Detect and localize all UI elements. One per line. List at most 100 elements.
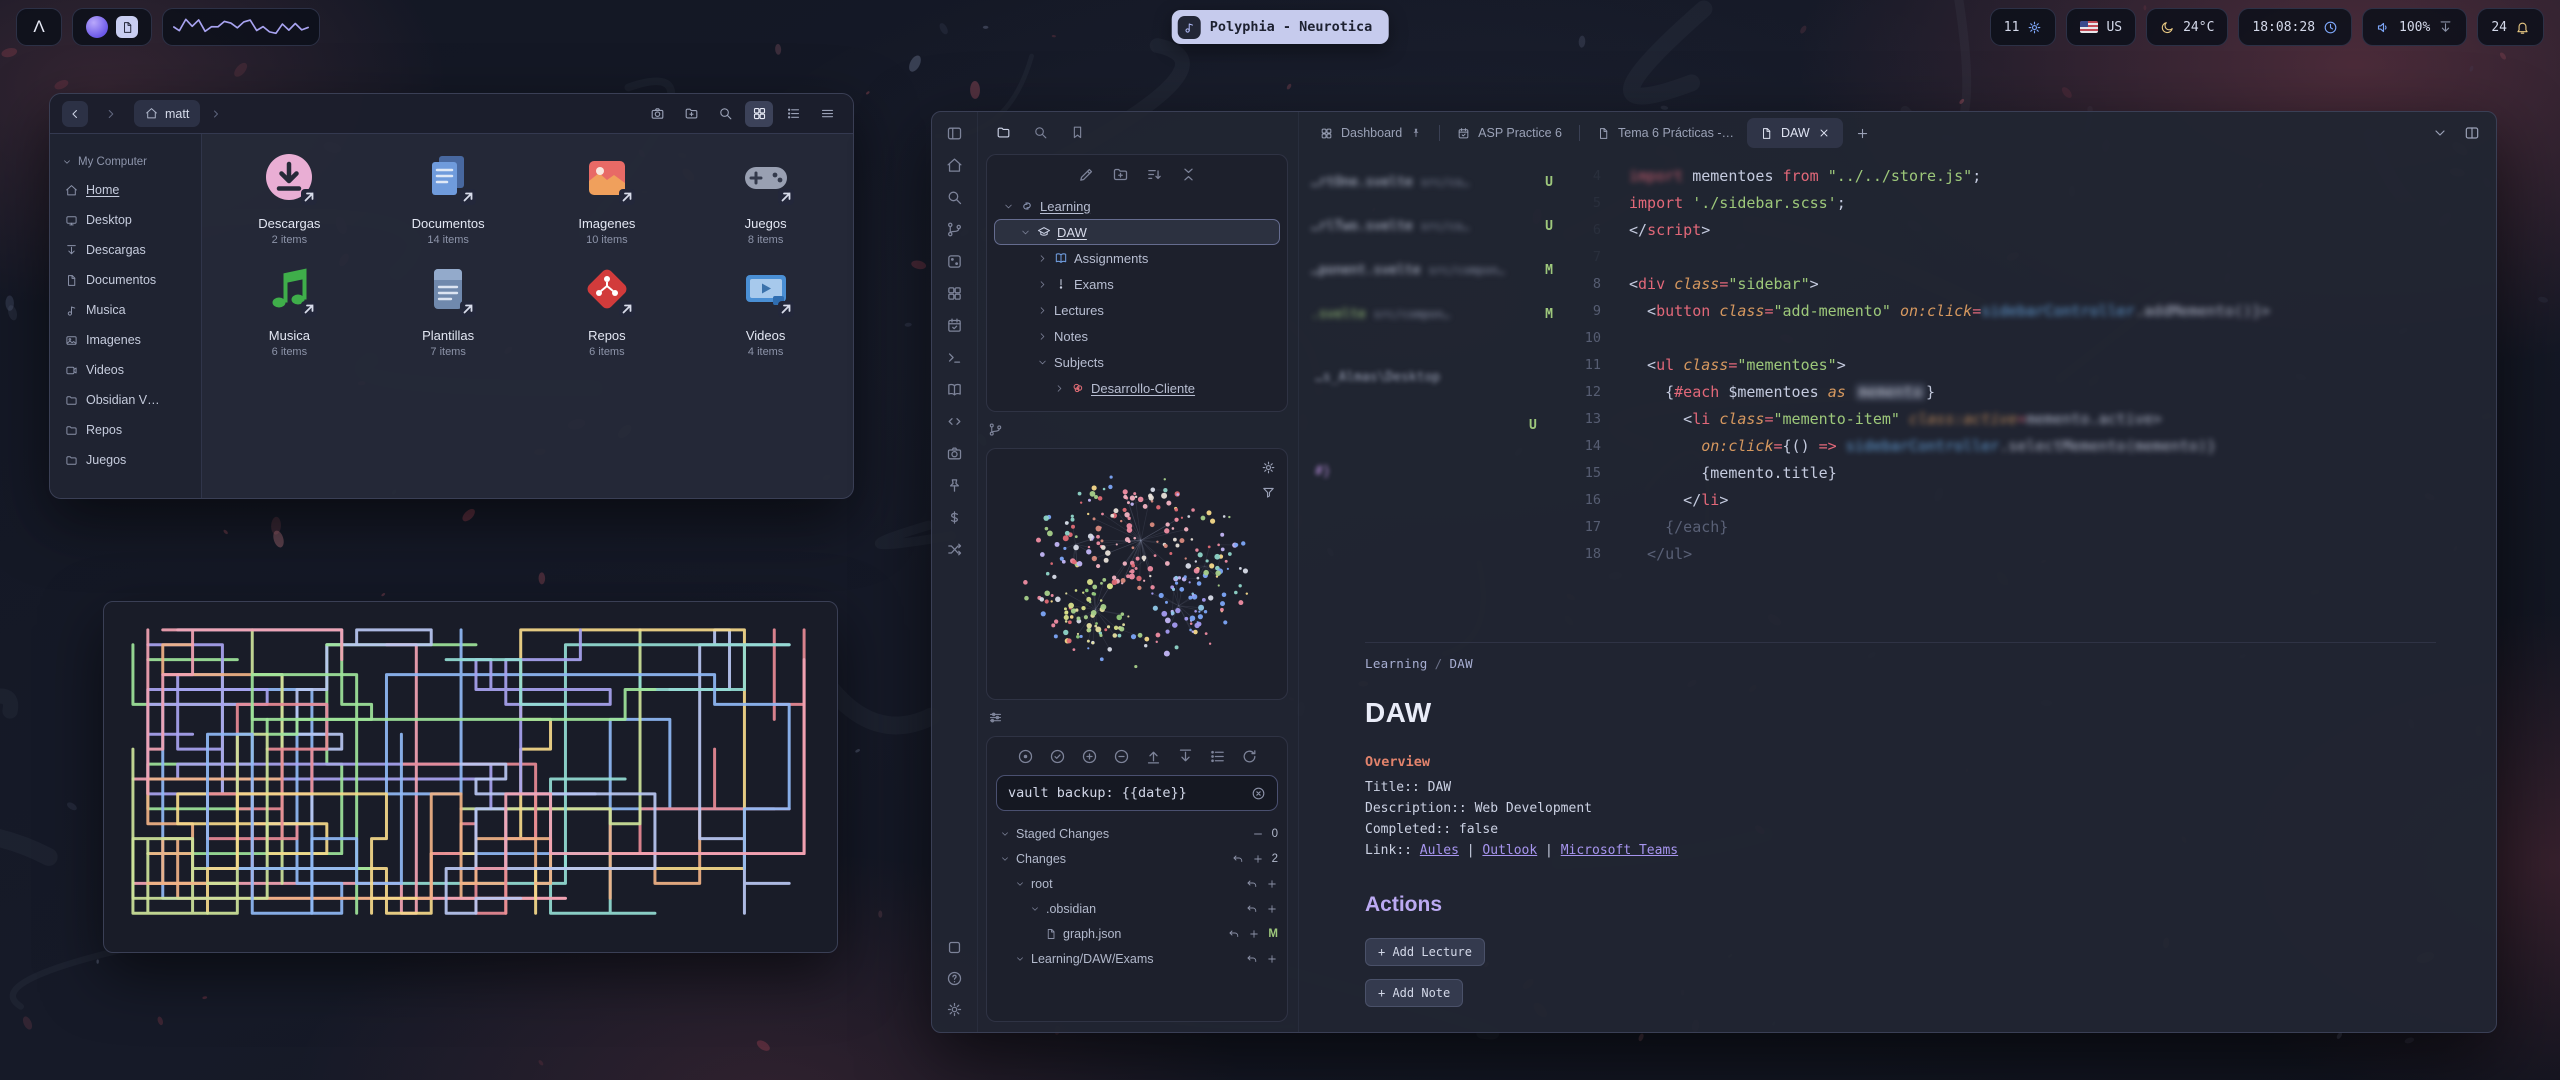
place-repos[interactable]: Repos [50, 415, 201, 445]
panel-toggle-icon[interactable] [988, 705, 1014, 729]
box-icon[interactable] [946, 939, 963, 956]
place-home[interactable]: Home [50, 175, 201, 205]
folder-documentos[interactable]: Documentos14 items [369, 148, 528, 246]
volume-widget[interactable]: 100% [2362, 8, 2467, 46]
check-circle-icon[interactable] [1049, 748, 1066, 765]
gear-icon[interactable] [946, 1001, 963, 1018]
search-icon[interactable] [711, 101, 739, 127]
editor-pane[interactable]: 4import mementoes from "../../store.js";… [1299, 154, 2496, 1032]
git-row-graph-json[interactable]: graph.jsonM [996, 921, 1278, 946]
launcher-button[interactable]: Λ [16, 8, 62, 46]
new-tab-button[interactable] [1851, 121, 1875, 145]
git-row-root[interactable]: root [996, 871, 1278, 896]
keyboard-layout-widget[interactable]: US [2066, 8, 2136, 46]
file-suggestion[interactable]: …rlTwo.sveltesrc/co…U [1311, 204, 1553, 248]
folder-musica[interactable]: Musica6 items [210, 260, 369, 358]
tab-tema-6-pr-cticas[interactable]: Tema 6 Prácticas -… [1584, 118, 1747, 148]
grid-icon[interactable] [946, 285, 963, 302]
explorer-item-lectures[interactable]: Lectures [994, 297, 1280, 323]
place-descargas[interactable]: Descargas [50, 235, 201, 265]
circle-dot-icon[interactable] [1017, 748, 1034, 765]
breadcrumb-item[interactable]: DAW [1449, 656, 1472, 671]
clock-widget[interactable]: 18:08:28 [2238, 8, 2352, 46]
place-obsidian-v[interactable]: Obsidian V… [50, 385, 201, 415]
split-layout-icon[interactable] [2464, 125, 2480, 141]
breadcrumb-item[interactable]: Learning [1365, 656, 1428, 671]
git-row-staged-changes[interactable]: Staged Changes0 [996, 821, 1278, 846]
back-button[interactable] [62, 101, 88, 127]
undo-icon[interactable] [1246, 903, 1258, 915]
explorer-item-desarrollo-cliente[interactable]: Desarrollo-Cliente [994, 375, 1280, 401]
grid-icon[interactable] [745, 101, 773, 127]
camera-icon[interactable] [643, 101, 671, 127]
breadcrumb[interactable]: matt [134, 100, 200, 127]
help-icon[interactable] [946, 970, 963, 987]
folder-juegos[interactable]: Juegos8 items [686, 148, 845, 246]
undo-icon[interactable] [1246, 878, 1258, 890]
place-documentos[interactable]: Documentos [50, 265, 201, 295]
forward-button[interactable] [98, 101, 124, 127]
commit-message-box[interactable]: vault backup: {{date}} [996, 775, 1278, 811]
sidebar-tab-bookmark-icon[interactable] [1070, 125, 1087, 142]
explorer-item-subjects[interactable]: Subjects [994, 349, 1280, 375]
pencil-icon[interactable] [1078, 166, 1095, 183]
download-icon[interactable] [1177, 748, 1194, 765]
list-icon[interactable] [1209, 748, 1226, 765]
menu-icon[interactable] [813, 101, 841, 127]
camera-icon[interactable] [946, 445, 963, 462]
add-lecture-button[interactable]: + Add Lecture [1365, 938, 1485, 966]
explorer-item-learning[interactable]: Learning [994, 193, 1280, 219]
sidebar-toggle-icon[interactable] [946, 125, 963, 142]
shuffle-icon[interactable] [946, 541, 963, 558]
place-desktop[interactable]: Desktop [50, 205, 201, 235]
notifications-widget[interactable]: 24 [2477, 8, 2544, 46]
dice-icon[interactable] [946, 253, 963, 270]
minus-circle-icon[interactable] [1113, 748, 1130, 765]
note-link[interactable]: Outlook [1482, 843, 1537, 858]
commit-message-input[interactable]: vault backup: {{date}} [1008, 785, 1243, 801]
tab-daw[interactable]: DAW [1747, 118, 1843, 148]
dollar-icon[interactable] [946, 509, 963, 526]
updates-widget[interactable]: 11 [1990, 8, 2057, 46]
undo-icon[interactable] [1246, 953, 1258, 965]
file-suggestion[interactable]: …rtOne.sveltesrc/co…U [1311, 160, 1553, 204]
file-suggestion[interactable]: .sveltesrc/compon…M [1311, 292, 1553, 336]
plus-icon[interactable] [1248, 928, 1260, 940]
place-musica[interactable]: Musica [50, 295, 201, 325]
git-icon[interactable] [946, 221, 963, 238]
note-link[interactable]: Microsoft Teams [1561, 843, 1678, 858]
explorer-item-daw[interactable]: DAW [994, 219, 1280, 245]
code-icon[interactable] [946, 413, 963, 430]
calendar-icon[interactable] [946, 317, 963, 334]
place-videos[interactable]: Videos [50, 355, 201, 385]
home-icon[interactable] [946, 157, 963, 174]
minus-icon[interactable] [1252, 828, 1264, 840]
graph-filter-icon[interactable] [1261, 485, 1276, 500]
add-note-button[interactable]: + Add Note [1365, 979, 1463, 1007]
git-branch-toggle-icon[interactable] [988, 417, 1014, 441]
clear-commit-icon[interactable] [1251, 786, 1266, 801]
graph-canvas[interactable] [987, 449, 1287, 699]
folder-plus-icon[interactable] [677, 101, 705, 127]
folder-videos[interactable]: Videos4 items [686, 260, 845, 358]
search-icon[interactable] [946, 189, 963, 206]
folder-repos[interactable]: Repos6 items [528, 260, 687, 358]
sidebar-section-header[interactable]: My Computer [50, 156, 201, 175]
weather-widget[interactable]: 24°C [2146, 8, 2228, 46]
plus-circle-icon[interactable] [1081, 748, 1098, 765]
place-imagenes[interactable]: Imagenes [50, 325, 201, 355]
note-link[interactable]: Aules [1420, 843, 1459, 858]
now-playing-widget[interactable]: Polyphia - Neurotica [1172, 10, 1389, 44]
upload-icon[interactable] [1145, 748, 1162, 765]
plus-icon[interactable] [1266, 878, 1278, 890]
explorer-item-exams[interactable]: Exams [994, 271, 1280, 297]
plus-icon[interactable] [1252, 853, 1264, 865]
plus-icon[interactable] [1266, 903, 1278, 915]
folder-descargas[interactable]: Descargas2 items [210, 148, 369, 246]
notes-widget-icon[interactable] [116, 16, 138, 38]
terminal-icon[interactable] [946, 349, 963, 366]
git-row-learning-daw-exams[interactable]: Learning/DAW/Exams [996, 946, 1278, 971]
folder-imagenes[interactable]: Imagenes10 items [528, 148, 687, 246]
pin-icon[interactable] [946, 477, 963, 494]
swirl-icon[interactable] [86, 16, 108, 38]
